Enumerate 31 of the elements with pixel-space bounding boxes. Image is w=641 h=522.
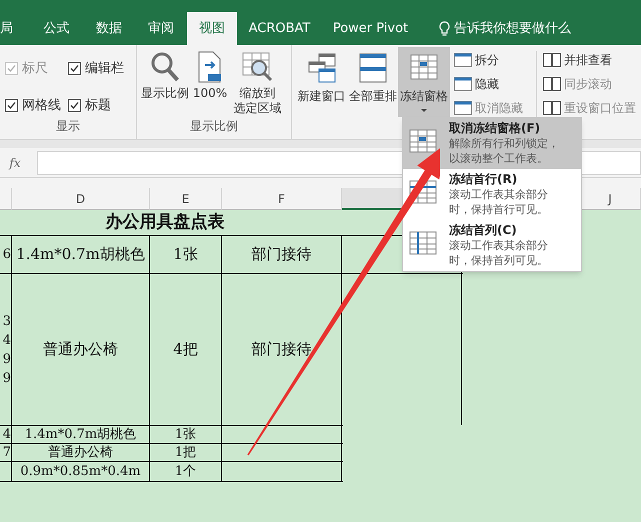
table-cell: 1个 bbox=[150, 462, 222, 481]
ribbon-command: 同步滚动 bbox=[543, 75, 636, 93]
table-cell: 1把 bbox=[150, 444, 222, 461]
table-cell: 3 4 9 9 bbox=[0, 274, 12, 425]
table-cell: 1张 bbox=[150, 426, 222, 443]
menu-item-description: 解除所有行和列锁定， 以滚动整个工作表。 bbox=[449, 136, 559, 166]
table-cell: 部门接待 bbox=[222, 236, 342, 273]
menu-item-title: 取消冻结窗格(F) bbox=[449, 121, 542, 136]
table-cell: 1张 bbox=[150, 236, 222, 273]
table-cell: 1.4m*0.7m胡桃色 bbox=[12, 426, 150, 443]
checkbox-label: 网格线 bbox=[22, 96, 61, 115]
menu-item-description: 滚动工作表其余部分 时，保持首列可见。 bbox=[449, 238, 548, 268]
group-label: 显示比例 bbox=[189, 118, 239, 135]
checkbox-label: 标题 bbox=[85, 96, 111, 115]
menu-item-description: 滚动工作表其余部分 时，保持首行可见。 bbox=[449, 187, 548, 217]
table-cell: 7 bbox=[0, 444, 12, 461]
table-cell: 4 bbox=[0, 426, 12, 443]
menu-item-title: 冻结首列(C) bbox=[449, 223, 518, 238]
table-cell: 6 bbox=[0, 236, 12, 273]
table-cell: 0.9m*0.85m*0.4m bbox=[12, 462, 150, 481]
ribbon-command: 取消隐藏 bbox=[454, 99, 536, 117]
group-label: 显示 bbox=[55, 118, 81, 135]
ribbon-command: 重设窗口位置 bbox=[543, 99, 636, 117]
table-cell: 1.4m*0.7m胡桃色 bbox=[12, 236, 150, 273]
table-cell: 普通办公椅 bbox=[12, 444, 150, 461]
checkbox-label: 编辑栏 bbox=[85, 60, 124, 78]
table-cell: 普通办公椅 bbox=[12, 274, 150, 425]
menu-item-title: 冻结首行(R) bbox=[449, 172, 518, 187]
table-cell: 4把 bbox=[150, 274, 222, 425]
checkbox-label: 标尺 bbox=[22, 60, 48, 78]
sheet-title: 办公用具盘点表 bbox=[106, 210, 224, 234]
